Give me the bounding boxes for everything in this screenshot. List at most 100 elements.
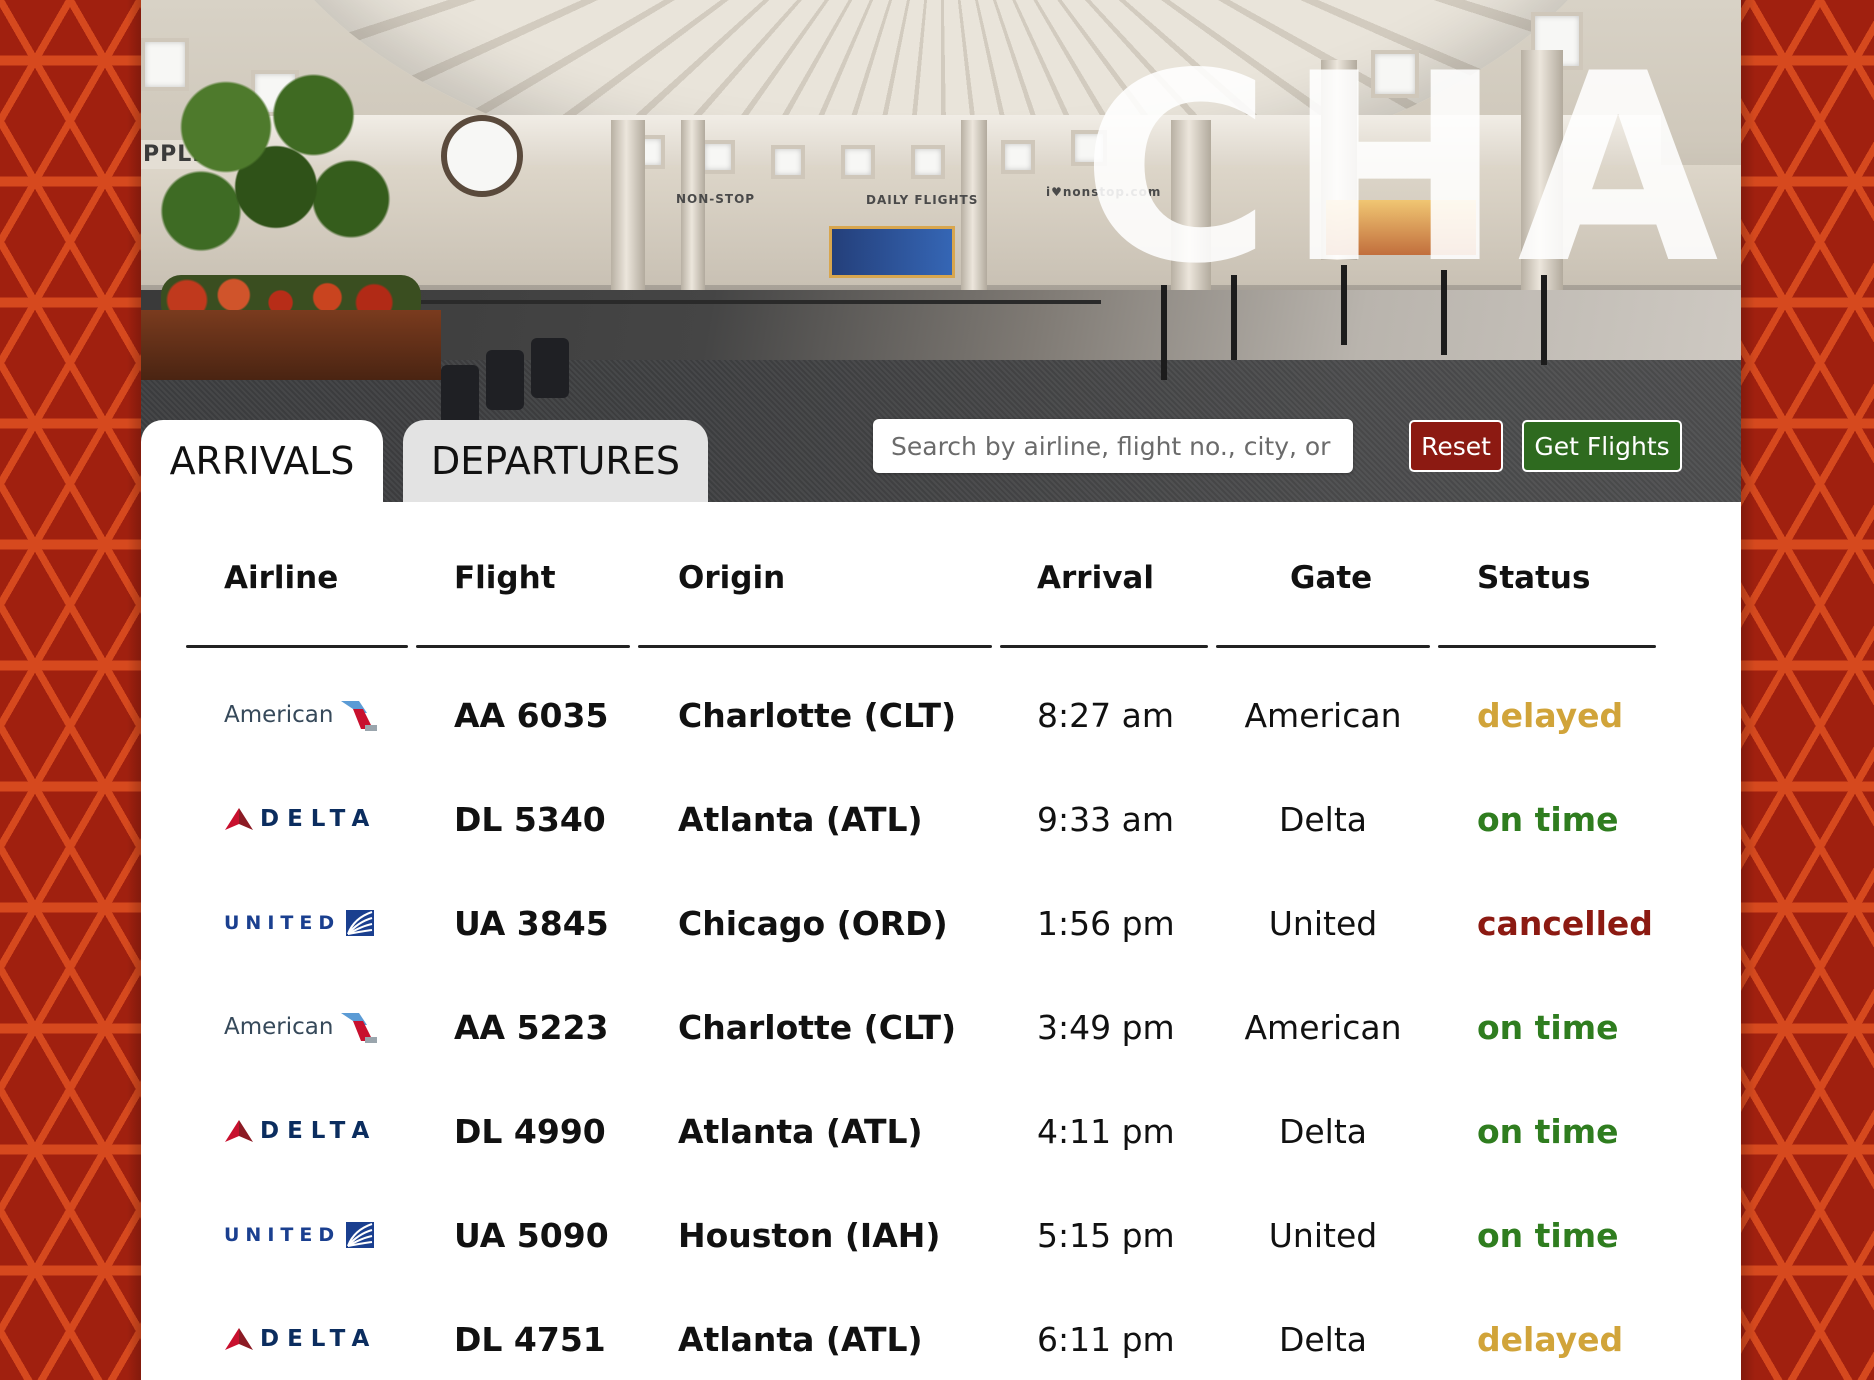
gate: Delta — [1278, 1319, 1368, 1359]
flight-board-page: PPLE NON-STOP DAILY FLIGHTS i♥nonstop.co… — [141, 0, 1741, 1380]
origin-city: Houston (IAH) — [678, 1215, 941, 1255]
reset-button[interactable]: Reset — [1409, 420, 1503, 472]
origin-city: Atlanta (ATL) — [678, 799, 923, 839]
seat — [486, 350, 524, 410]
header-gate: Gate — [1290, 560, 1373, 596]
flight-number: UA 5090 — [454, 1215, 609, 1255]
page-shadow-right — [1741, 0, 1755, 1380]
gate: American — [1244, 1007, 1402, 1047]
window — [1001, 140, 1035, 174]
table-row[interactable]: UNITED UA 3845 Chicago (ORD) 1:56 pm United c… — [186, 871, 1696, 975]
table-row[interactable]: DELTA DL 5340 Atlanta (ATL) 9:33 am Delta on … — [186, 767, 1696, 871]
round-window — [441, 115, 523, 197]
header-origin: Origin — [678, 560, 786, 596]
arrival-time: 5:15 pm — [1037, 1215, 1175, 1255]
window — [701, 140, 735, 174]
airline-cell: DELTA — [224, 1079, 377, 1183]
header-airline: Airline — [224, 560, 339, 596]
table-row[interactable]: American AA 5223 Charlotte (CLT) 3:49 pm Ame… — [186, 975, 1696, 1079]
flight-number: AA 5223 — [454, 1007, 609, 1047]
status-badge: on time — [1477, 1215, 1619, 1255]
airline-cell: DELTA — [224, 1287, 377, 1380]
billboard — [829, 226, 955, 278]
table-row[interactable]: UNITED UA 5090 Houston (IAH) 5:15 pm United o… — [186, 1183, 1696, 1287]
tab-departures[interactable]: DEPARTURES — [403, 420, 708, 502]
american-logo-icon — [341, 1013, 378, 1043]
origin-city: Atlanta (ATL) — [678, 1319, 923, 1359]
search-input[interactable] — [873, 419, 1353, 473]
flight-number: UA 3845 — [454, 903, 609, 943]
window — [911, 145, 945, 179]
header-divider — [638, 645, 992, 648]
airline-cell: DELTA — [224, 767, 377, 871]
flight-number: DL 4751 — [454, 1319, 606, 1359]
status-badge: cancelled — [1477, 903, 1653, 943]
header-divider — [1438, 645, 1656, 648]
seat — [531, 338, 569, 398]
table-row[interactable]: DELTA DL 4990 Atlanta (ATL) 4:11 pm Delta on … — [186, 1079, 1696, 1183]
status-badge: on time — [1477, 1111, 1619, 1151]
origin-city: Charlotte (CLT) — [678, 695, 957, 735]
nonstop-sign: NON-STOP — [676, 192, 756, 206]
status-badge: on time — [1477, 799, 1619, 839]
window — [771, 145, 805, 179]
gate: American — [1244, 695, 1402, 735]
united-logo-icon — [346, 1222, 375, 1248]
header-divider — [1000, 645, 1208, 648]
status-badge: delayed — [1477, 695, 1624, 735]
gate: United — [1268, 903, 1378, 943]
handrail — [401, 300, 1101, 304]
airline-logo: UNITED — [224, 910, 375, 936]
status-badge: delayed — [1477, 1319, 1624, 1359]
origin-city: Charlotte (CLT) — [678, 1007, 957, 1047]
airline-logo: American — [224, 697, 379, 733]
airline-logo: DELTA — [224, 806, 377, 832]
flight-number: DL 4990 — [454, 1111, 606, 1151]
tab-departures-label: DEPARTURES — [431, 439, 680, 483]
arrival-time: 4:11 pm — [1037, 1111, 1175, 1151]
get-flights-button[interactable]: Get Flights — [1522, 420, 1682, 472]
airline-logo: DELTA — [224, 1326, 377, 1352]
airline-logo: DELTA — [224, 1118, 377, 1144]
planter-box — [141, 310, 441, 380]
tab-arrivals[interactable]: ARRIVALS — [141, 420, 383, 502]
delta-logo-icon — [225, 1328, 253, 1350]
american-logo-icon — [341, 701, 378, 731]
airline-name: American — [224, 1014, 334, 1040]
airline-name: American — [224, 702, 334, 728]
origin-city: Atlanta (ATL) — [678, 1111, 923, 1151]
header-divider — [416, 645, 630, 648]
header-divider — [1216, 645, 1430, 648]
delta-logo-icon — [225, 808, 253, 830]
airline-logo: American — [224, 1009, 379, 1045]
airline-cell: UNITED — [224, 871, 375, 975]
united-logo-icon — [346, 910, 375, 936]
page-shadow-left — [127, 0, 141, 1380]
seat — [441, 365, 479, 425]
airline-logo: UNITED — [224, 1222, 375, 1248]
airport-code-title: CHA — [1081, 19, 1733, 321]
table-row[interactable]: DELTA DL 4751 Atlanta (ATL) 6:11 pm Delta del… — [186, 1287, 1696, 1380]
arrival-time: 6:11 pm — [1037, 1319, 1175, 1359]
tree-illustration — [151, 55, 401, 295]
table-row[interactable]: American AA 6035 Charlotte (CLT) 8:27 am Ame… — [186, 663, 1696, 767]
flight-number: AA 6035 — [454, 695, 609, 735]
airline-cell: American — [224, 975, 379, 1079]
header-status: Status — [1477, 560, 1591, 596]
airline-name: DELTA — [260, 1326, 378, 1352]
delta-logo-icon — [225, 1120, 253, 1142]
window — [841, 145, 875, 179]
arrival-time: 8:27 am — [1037, 695, 1174, 735]
airline-name: DELTA — [260, 806, 378, 832]
tab-arrivals-label: ARRIVALS — [169, 439, 355, 483]
origin-city: Chicago (ORD) — [678, 903, 948, 943]
daily-flights-sign: DAILY FLIGHTS — [866, 193, 979, 207]
status-badge: on time — [1477, 1007, 1619, 1047]
header-divider — [186, 645, 408, 648]
gate: Delta — [1278, 799, 1368, 839]
airline-name: DELTA — [260, 1118, 378, 1144]
airline-cell: UNITED — [224, 1183, 375, 1287]
airline-cell: American — [224, 663, 379, 767]
arrival-time: 3:49 pm — [1037, 1007, 1175, 1047]
gate: United — [1268, 1215, 1378, 1255]
